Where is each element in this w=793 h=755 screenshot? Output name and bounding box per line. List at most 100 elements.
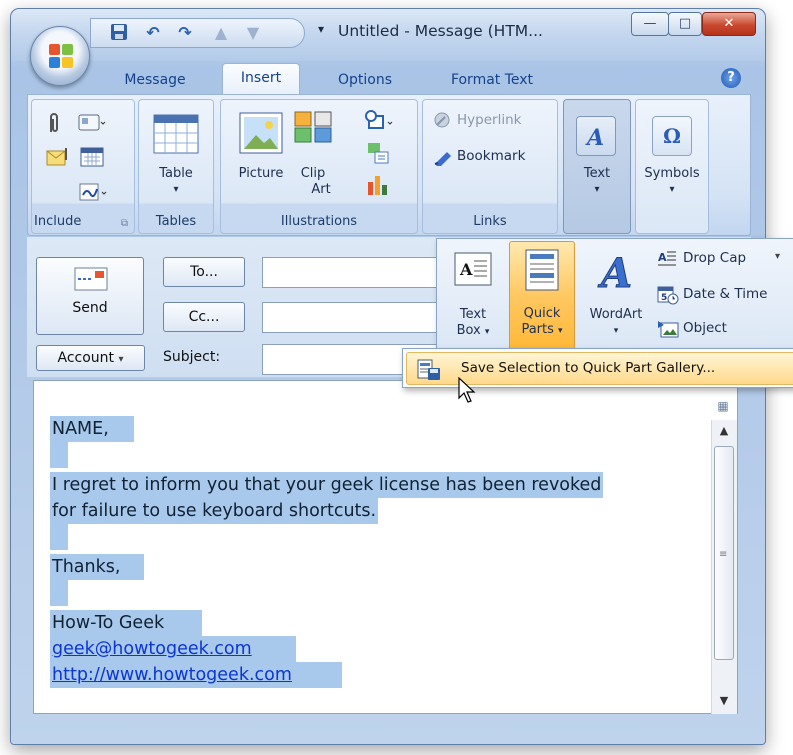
scrollbar-thumb[interactable]: ≡ [714, 446, 734, 660]
tab-insert[interactable]: Insert [222, 63, 300, 95]
customize-qat-icon[interactable]: ▾ [318, 22, 324, 36]
attach-item-icon[interactable] [46, 146, 72, 168]
hyperlink-button[interactable]: Hyperlink [433, 110, 553, 132]
table-dropdown-icon: ▾ [173, 184, 179, 195]
quick-parts-label-1: Quick [523, 306, 561, 321]
url-link[interactable]: http://www.howtogeek.com [52, 665, 292, 685]
quick-parts-dropdown-icon: ▾ [558, 326, 563, 336]
message-line-5: How-To Geek [50, 610, 202, 636]
account-button[interactable]: Account ▾ [36, 345, 145, 371]
send-button[interactable]: Send [36, 257, 144, 335]
attach-file-icon[interactable] [46, 112, 62, 136]
text-box-label-2: Box [456, 323, 481, 338]
office-button[interactable] [30, 26, 90, 86]
help-icon[interactable]: ? [721, 68, 741, 88]
symbols-label: Symbols [644, 166, 700, 181]
bookmark-icon [434, 152, 451, 166]
undo-icon[interactable]: ↶ [143, 23, 163, 43]
drop-cap-dropdown-icon: ▾ [775, 251, 781, 262]
date-time-icon: 5 [657, 286, 679, 305]
office-logo-icon [49, 44, 73, 68]
object-button[interactable]: Object [655, 317, 793, 341]
text-box-button[interactable]: A Text Box ▾ [441, 243, 505, 351]
text-button[interactable]: A Text ▾ [563, 99, 631, 234]
wordart-button[interactable]: A WordArt ▾ [579, 243, 653, 351]
svg-text:A: A [597, 250, 632, 295]
minimize-button[interactable]: — [631, 12, 669, 36]
wordart-label: WordArt [589, 307, 643, 322]
group-label-include: Include [34, 214, 82, 229]
picture-icon [239, 112, 283, 154]
account-label: Account [57, 350, 115, 366]
message-blank-3 [50, 580, 68, 606]
text-gallery-dropdown: A Text Box ▾ Quick Parts ▾ A WordArt ▾ A… [436, 238, 793, 358]
bookmark-label: Bookmark [457, 148, 526, 164]
smartart-icon[interactable] [365, 140, 391, 166]
text-dropdown-icon: ▾ [594, 184, 600, 195]
signature-icon[interactable] [78, 180, 108, 204]
clip-art-icon[interactable] [293, 110, 337, 144]
svg-text:A: A [658, 251, 667, 264]
symbols-button[interactable]: Ω Symbols ▾ [635, 99, 709, 234]
bookmark-button[interactable]: Bookmark [433, 146, 553, 168]
to-button[interactable]: To... [163, 257, 245, 287]
redo-icon[interactable]: ↷ [175, 23, 195, 43]
scroll-down-icon[interactable]: ▼ [711, 690, 737, 712]
hyperlink-label: Hyperlink [457, 112, 522, 128]
omega-icon: Ω [652, 116, 692, 156]
subject-label: Subject: [163, 349, 221, 365]
chart-icon[interactable] [365, 172, 391, 196]
drop-cap-button[interactable]: A Drop Cap ▾ [655, 247, 793, 271]
dialog-launcher-icon[interactable]: ⧉ [121, 218, 128, 229]
tab-options[interactable]: Options [320, 66, 410, 94]
group-include: Include ⧉ [31, 99, 135, 234]
text-label: Text [583, 166, 611, 181]
group-label-illustrations: Illustrations [280, 214, 358, 229]
picture-button[interactable]: Picture [233, 110, 289, 200]
group-label-links: Links [473, 214, 507, 229]
group-label-tables: Tables [155, 214, 197, 229]
clip-art-label: Clip [300, 166, 326, 181]
text-box-label-2-wrap: Box ▾ [441, 323, 505, 340]
down-arrow-icon[interactable]: ▼ [243, 23, 263, 43]
calendar-icon[interactable] [80, 146, 104, 168]
wordart-dropdown-icon: ▾ [613, 326, 619, 336]
message-line-2: I regret to inform you that your geek li… [50, 472, 604, 498]
text-box-dropdown-icon: ▾ [484, 327, 490, 337]
send-label: Send [72, 300, 108, 316]
ruler-toggle-icon[interactable]: ▦ [712, 395, 734, 417]
table-icon [153, 114, 199, 154]
thumb-grip-icon: ≡ [719, 549, 728, 560]
date-time-button[interactable]: 5 Date & Time [655, 283, 793, 307]
text-box-icon: A [454, 252, 492, 286]
shapes-icon[interactable] [361, 110, 395, 138]
cc-field[interactable] [262, 302, 442, 333]
group-tables[interactable]: Table ▾ Tables [138, 99, 214, 234]
tab-format-text[interactable]: Format Text [432, 66, 552, 94]
save-icon[interactable] [109, 23, 129, 43]
wordart-icon: A [597, 250, 633, 296]
close-button[interactable]: ✕ [702, 12, 756, 36]
group-links: Hyperlink Bookmark Links [422, 99, 558, 234]
quick-parts-button[interactable]: Quick Parts ▾ [509, 241, 575, 353]
tab-message[interactable]: Message [110, 66, 200, 94]
to-field[interactable] [262, 257, 442, 288]
window-title: Untitled - Message (HTM... [338, 22, 543, 40]
maximize-button[interactable]: □ [668, 12, 702, 36]
email-line: geek@howtogeek.com [50, 636, 296, 662]
business-card-icon[interactable] [78, 112, 106, 134]
up-arrow-icon[interactable]: ▲ [211, 23, 231, 43]
hyperlink-icon [434, 112, 450, 128]
svg-text:5: 5 [661, 293, 667, 303]
message-line-3: for failure to use keyboard shortcuts. [50, 498, 379, 524]
quick-parts-label-2-wrap: Parts ▾ [510, 322, 574, 339]
cc-button[interactable]: Cc... [163, 302, 245, 332]
text-box-label-1: Text [459, 307, 487, 322]
scroll-up-icon[interactable]: ▲ [711, 420, 737, 442]
account-dropdown-icon: ▾ [118, 354, 124, 365]
email-link[interactable]: geek@howtogeek.com [52, 639, 252, 659]
drop-cap-icon: A [658, 251, 676, 266]
quick-parts-icon [525, 249, 559, 291]
picture-label: Picture [238, 166, 284, 181]
quick-access-toolbar: ↶ ↷ ▲ ▼ [90, 18, 305, 48]
